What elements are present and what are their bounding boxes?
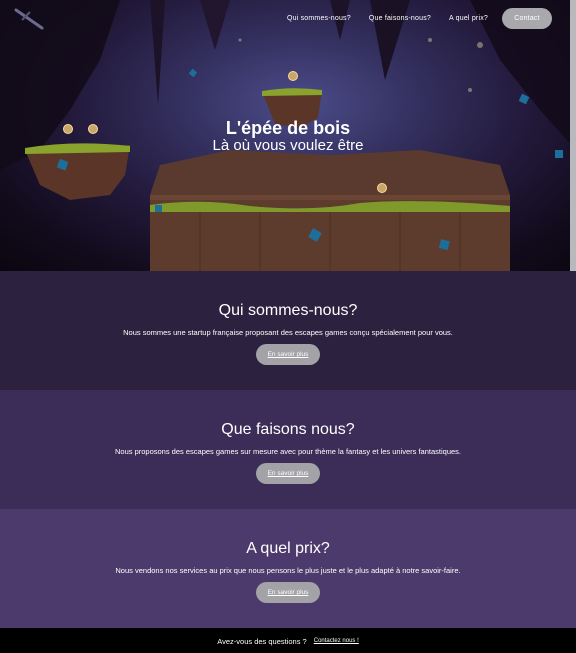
section-text: Nous vendons nos services au prix que no… [115, 566, 461, 575]
footer-question: Avez-vous des questions ? [217, 636, 307, 646]
nav-link-que-faisons-nous[interactable]: Que faisons-nous? [369, 15, 431, 22]
section-qui-sommes-nous: Qui sommes-nous? Nous sommes une startup… [0, 271, 576, 390]
nav-link-a-quel-prix[interactable]: A quel prix? [449, 15, 488, 22]
section-title: A quel prix? [246, 540, 330, 557]
en-savoir-plus-button[interactable]: En savoir plus [256, 344, 320, 365]
page-scrollbar[interactable] [570, 0, 576, 271]
hero-title: L'épée de bois [225, 118, 351, 138]
contact-button[interactable]: Contact [502, 8, 552, 29]
footer-contact-link[interactable]: Contactez nous ! [314, 638, 359, 644]
section-text: Nous proposons des escapes games sur mes… [114, 447, 462, 456]
en-savoir-plus-button[interactable]: En savoir plus [256, 582, 320, 603]
section-a-quel-prix: A quel prix? Nous vendons nos services a… [0, 509, 576, 628]
hero-banner: Qui sommes-nous? Que faisons-nous? A que… [0, 0, 576, 271]
sword-icon[interactable] [12, 6, 48, 32]
section-text: Nous sommes une startup française propos… [123, 328, 453, 337]
footer: Avez-vous des questions ? Contactez nous… [0, 628, 576, 653]
section-title: Qui sommes-nous? [218, 302, 358, 319]
section-que-faisons-nous: Que faisons nous? Nous proposons des esc… [0, 390, 576, 509]
hero-subtitle: Là où vous voulez être [212, 137, 364, 154]
section-title: Que faisons nous? [221, 421, 355, 438]
nav-link-qui-sommes-nous[interactable]: Qui sommes-nous? [287, 15, 351, 22]
en-savoir-plus-button[interactable]: En savoir plus [256, 463, 320, 484]
main-nav: Qui sommes-nous? Que faisons-nous? A que… [269, 8, 552, 29]
